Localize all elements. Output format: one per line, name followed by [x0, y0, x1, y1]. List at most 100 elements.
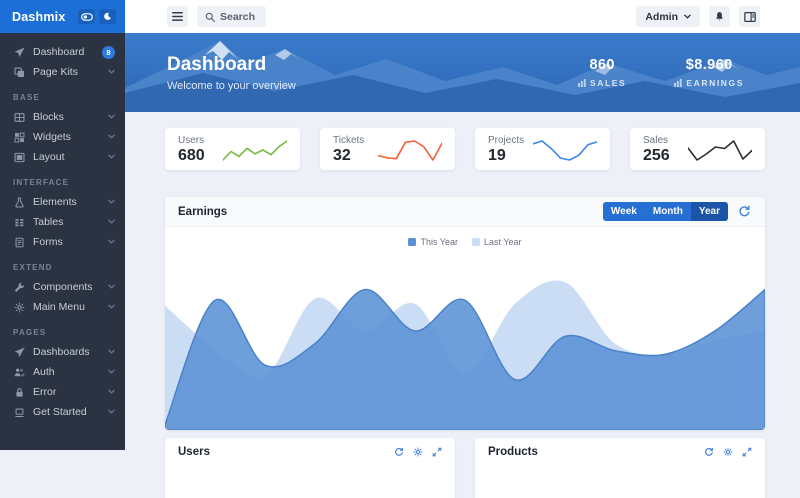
lock-icon — [14, 387, 25, 398]
sparkline-chart — [378, 137, 442, 163]
earnings-chart-area: This YearLast Year — [165, 227, 765, 430]
paper-plane-icon — [14, 347, 25, 358]
sidebar-item-label: Get Started — [33, 406, 108, 418]
expand-icon[interactable] — [742, 447, 752, 457]
earnings-title: Earnings — [178, 206, 227, 218]
moon-icon — [103, 12, 112, 21]
sidebar-item-layout[interactable]: Layout — [0, 147, 125, 167]
sidebar-item-elements[interactable]: Elements — [0, 192, 125, 212]
sidebar-item-tables[interactable]: Tables — [0, 212, 125, 232]
earnings-area-chart[interactable] — [165, 258, 765, 430]
range-button-year[interactable]: Year — [691, 202, 728, 221]
sidebar-item-main-menu[interactable]: Main Menu — [0, 297, 125, 317]
sidebar-item-label: Page Kits — [33, 66, 108, 78]
chevron-down-icon — [108, 369, 115, 376]
stat-value: 32 — [333, 147, 364, 165]
stat-value: 256 — [643, 147, 670, 165]
settings-icon[interactable] — [413, 447, 423, 457]
stat-label: Projects — [488, 135, 524, 146]
stat-card-sales[interactable]: Sales 256 — [630, 128, 765, 170]
stat-card-tickets[interactable]: Tickets 32 — [320, 128, 455, 170]
search-label: Search — [220, 11, 255, 23]
sidebar-item-label: Forms — [33, 236, 108, 248]
notifications-button[interactable] — [709, 6, 730, 27]
sidebar-item-page-kits[interactable]: Page Kits — [0, 62, 125, 82]
sidebar-item-components[interactable]: Components — [0, 277, 125, 297]
sidebar-item-label: Auth — [33, 366, 108, 378]
sidebar-item-blocks[interactable]: Blocks — [0, 107, 125, 127]
hero-stat-earnings: $8.960 EARNINGS — [674, 57, 744, 88]
chevron-down-icon — [108, 284, 115, 291]
widgets-icon — [14, 132, 25, 143]
sidebar-item-widgets[interactable]: Widgets — [0, 127, 125, 147]
sparkline-chart — [533, 137, 597, 163]
paper-plane-icon — [14, 47, 25, 58]
stat-label: Users — [178, 135, 205, 146]
topbar: Search Admin — [125, 0, 800, 33]
dark-mode-button[interactable] — [99, 9, 116, 24]
range-button-week[interactable]: Week — [603, 202, 645, 221]
range-button-month[interactable]: Month — [645, 202, 691, 221]
sidebar-toggle-button[interactable] — [167, 6, 188, 27]
users-icon — [14, 367, 25, 378]
beaker-icon — [14, 197, 25, 208]
stat-value: 19 — [488, 147, 524, 165]
admin-menu-button[interactable]: Admin — [636, 6, 700, 27]
expand-icon[interactable] — [432, 447, 442, 457]
legend-item-this-year: This Year — [408, 237, 458, 247]
laptop-icon — [14, 407, 25, 418]
sidebar-section-base: Base — [0, 82, 125, 107]
hero-stats: 860 SALES $8.960 EARNINGS — [578, 57, 758, 88]
notification-badge: 8 — [102, 46, 115, 59]
chart-legend: This YearLast Year — [165, 237, 765, 247]
products-card: Products — [475, 438, 765, 498]
chevron-down-icon — [108, 219, 115, 226]
sidebar-item-label: Widgets — [33, 131, 108, 143]
sidebar-item-get-started[interactable]: Get Started — [0, 402, 125, 422]
layout-icon — [14, 152, 25, 163]
sidebar-item-forms[interactable]: Forms — [0, 232, 125, 252]
sidebar-item-auth[interactable]: Auth — [0, 362, 125, 382]
sidebar-item-error[interactable]: Error — [0, 382, 125, 402]
chevron-down-icon — [108, 239, 115, 246]
earnings-label: EARNINGS — [686, 78, 744, 88]
sidebar-item-dashboards[interactable]: Dashboards — [0, 342, 125, 362]
clipboard-icon — [14, 237, 25, 248]
sparkline-chart — [223, 137, 287, 163]
users-card-title: Users — [178, 446, 210, 458]
side-panel-icon — [744, 12, 756, 22]
chevron-down-icon — [108, 389, 115, 396]
sales-value: 860 — [578, 57, 626, 73]
stat-card-users[interactable]: Users 680 — [165, 128, 300, 170]
sidebar: Dashmix Dashboard8Page KitsBaseBlocksWid… — [0, 0, 125, 450]
hero-banner: Dashboard Welcome to your overview 860 S… — [125, 33, 800, 112]
hero-stat-sales: 860 SALES — [578, 57, 626, 88]
stat-cards-row: Users 680 Tickets 32 Projects 19 — [165, 128, 765, 170]
settings-icon[interactable] — [723, 447, 733, 457]
refresh-button[interactable] — [738, 205, 752, 219]
area-series-this-year — [165, 289, 765, 430]
stat-card-projects[interactable]: Projects 19 — [475, 128, 610, 170]
copy-icon — [14, 67, 25, 78]
side-overlay-button[interactable] — [739, 6, 760, 27]
earnings-card: Earnings WeekMonthYear This YearLast Yea… — [165, 197, 765, 430]
bar-chart-icon — [578, 79, 586, 87]
gear-icon — [14, 302, 25, 313]
chevron-down-icon — [108, 154, 115, 161]
refresh-icon[interactable] — [704, 447, 714, 457]
sidebar-item-dashboard[interactable]: Dashboard8 — [0, 42, 125, 62]
sidebar-section-extend: Extend — [0, 252, 125, 277]
bell-icon — [714, 11, 725, 22]
sidebar-item-label: Tables — [33, 216, 108, 228]
chevron-down-icon — [108, 349, 115, 356]
chevron-down-icon — [108, 199, 115, 206]
search-button[interactable]: Search — [197, 6, 266, 27]
bottom-cards-row: Users Products — [165, 438, 765, 498]
chevron-down-icon — [108, 304, 115, 311]
sidebar-style-toggle-button[interactable] — [78, 9, 95, 24]
hero-content: Dashboard Welcome to your overview 860 S… — [125, 33, 800, 112]
refresh-icon[interactable] — [394, 447, 404, 457]
sidebar-nav: Dashboard8 Page Kits BaseBlocks Widgets Layo… — [0, 33, 125, 431]
hamburger-icon — [172, 12, 183, 21]
wrench-icon — [14, 282, 25, 293]
